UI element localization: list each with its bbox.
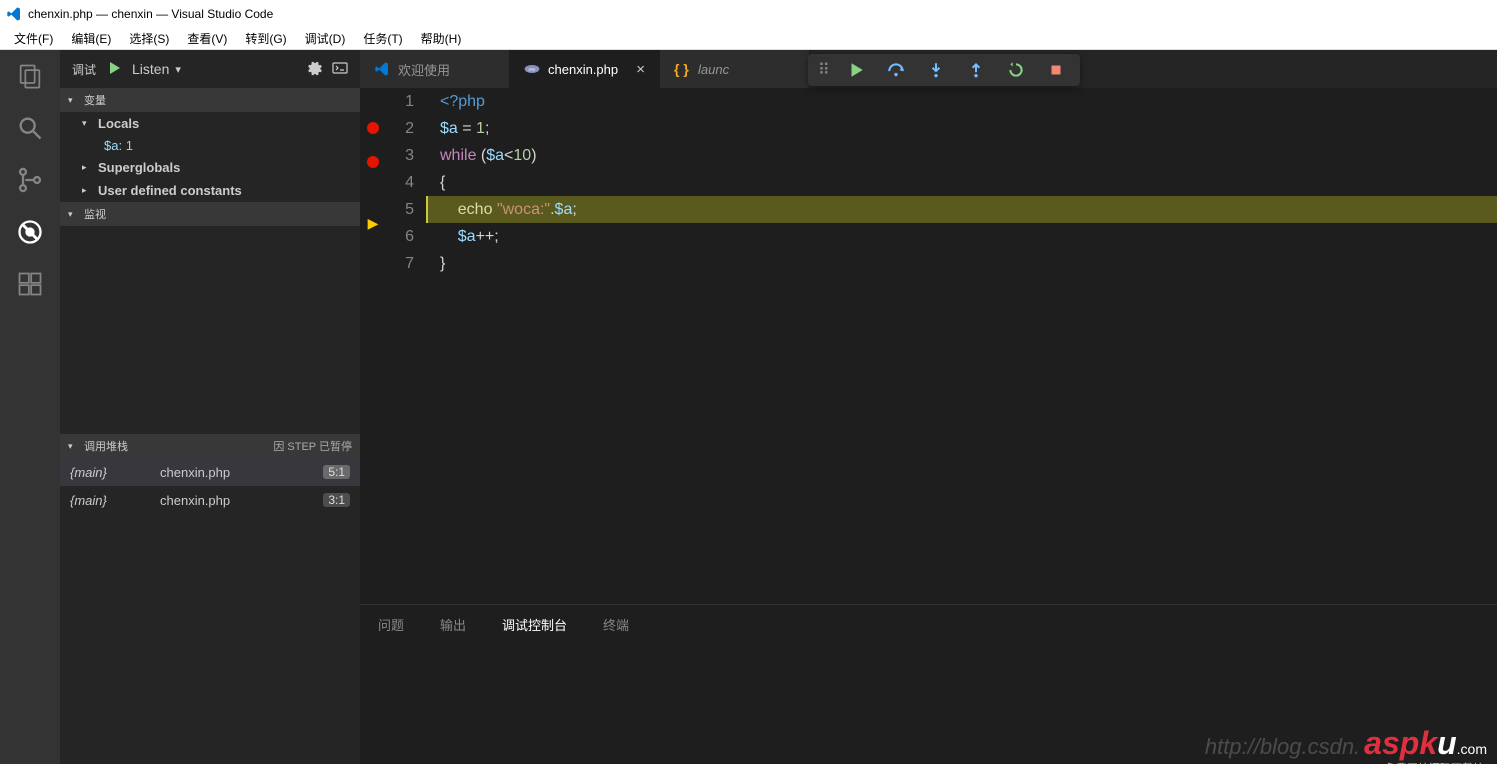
panel-tab[interactable]: 调试控制台 <box>502 615 567 634</box>
editor-tab[interactable]: phpchenxin.php× <box>510 50 660 88</box>
var-group-superglobals[interactable]: ▸Superglobals <box>60 156 360 179</box>
activity-bar <box>0 50 60 764</box>
window-titlebar: chenxin.php — chenxin — Visual Studio Co… <box>0 0 1497 28</box>
var-a[interactable]: $a: 1 <box>60 135 360 156</box>
gear-icon[interactable] <box>306 60 322 79</box>
var-group-userconstants[interactable]: ▸User defined constants <box>60 179 360 202</box>
restart-button[interactable] <box>998 56 1034 84</box>
debug-config-select[interactable]: Listen <box>132 61 169 77</box>
watch-body <box>60 226 360 434</box>
callstack-frame[interactable]: {main}chenxin.php5:1 <box>60 458 360 486</box>
editor-tab[interactable]: 欢迎使用 <box>360 50 510 88</box>
debug-toolbar: ⠿ <box>808 54 1080 86</box>
line-number: 7 <box>386 250 414 277</box>
menu-debug[interactable]: 调试(D) <box>297 28 354 49</box>
breakpoint-icon[interactable] <box>367 122 379 134</box>
breakpoint-icon[interactable] <box>367 156 379 168</box>
chevron-right-icon: ▸ <box>82 185 92 196</box>
svg-text:php: php <box>529 66 536 71</box>
code-content[interactable]: <?php$a = 1;while ($a<10){ echo "woca:".… <box>426 88 1497 604</box>
code-line[interactable]: echo "woca:".$a; <box>426 196 1497 223</box>
pause-reason: 因 STEP 已暂停 <box>273 438 352 454</box>
watch-section-header[interactable]: ▾ 监视 <box>60 202 360 226</box>
line-number: 6 <box>386 223 414 250</box>
menu-tasks[interactable]: 任务(T) <box>355 28 410 49</box>
debug-header: 调试 Listen ▾ <box>60 50 360 88</box>
chevron-down-icon[interactable]: ▾ <box>175 63 181 76</box>
step-out-button[interactable] <box>958 56 994 84</box>
menu-edit[interactable]: 编辑(E) <box>63 28 119 49</box>
panel-tab[interactable]: 输出 <box>440 615 466 634</box>
callstack-title: 调用堆栈 <box>84 438 128 454</box>
source-control-icon[interactable] <box>14 164 46 196</box>
chevron-down-icon: ▾ <box>68 441 78 452</box>
line-number: 1 <box>386 88 414 115</box>
php-icon: php <box>524 61 540 77</box>
code-line[interactable]: while ($a<10) <box>426 142 1497 169</box>
continue-button[interactable] <box>838 56 874 84</box>
panel-tab[interactable]: 终端 <box>603 615 629 634</box>
code-line[interactable]: $a++; <box>426 223 1497 250</box>
code-editor[interactable]: ▶ 1234567 <?php$a = 1;while ($a<10){ ech… <box>360 88 1497 604</box>
close-icon[interactable]: × <box>636 61 645 78</box>
code-line[interactable]: { <box>426 169 1497 196</box>
code-line[interactable]: } <box>426 250 1497 277</box>
chevron-right-icon: ▸ <box>82 162 92 173</box>
chevron-down-icon: ▾ <box>68 95 78 106</box>
watch-title: 监视 <box>84 206 106 222</box>
callstack-body: {main}chenxin.php5:1{main}chenxin.php3:1 <box>60 458 360 514</box>
editor-tab[interactable]: { }launc <box>660 50 810 88</box>
line-number: 4 <box>386 169 414 196</box>
debug-sidebar: 调试 Listen ▾ ▾ 变量 ▾Locals $a: 1 ▸Superglob… <box>60 50 360 764</box>
debug-label: 调试 <box>72 61 96 78</box>
callstack-section-header[interactable]: ▾ 调用堆栈 因 STEP 已暂停 <box>60 434 360 458</box>
debug-icon[interactable] <box>14 216 46 248</box>
callstack-frame[interactable]: {main}chenxin.php3:1 <box>60 486 360 514</box>
menu-view[interactable]: 查看(V) <box>179 28 235 49</box>
extensions-icon[interactable] <box>14 268 46 300</box>
watermark-logo: aspku.com 免费网站源码下载站! <box>1364 725 1487 762</box>
watermark: http://blog.csdn. aspku.com 免费网站源码下载站! <box>1205 725 1487 762</box>
code-line[interactable]: $a = 1; <box>426 115 1497 142</box>
variables-title: 变量 <box>84 92 106 108</box>
panel-tabs: 问题 输出 调试控制台 终端 <box>360 605 1497 643</box>
json-icon: { } <box>674 61 690 77</box>
explorer-icon[interactable] <box>14 60 46 92</box>
line-number: 5 <box>386 196 414 223</box>
panel-tab[interactable]: 问题 <box>378 615 404 634</box>
chevron-down-icon: ▾ <box>68 209 78 220</box>
step-into-button[interactable] <box>918 56 954 84</box>
menu-go[interactable]: 转到(G) <box>237 28 294 49</box>
line-number: 3 <box>386 142 414 169</box>
chevron-down-icon: ▾ <box>82 118 92 129</box>
vscode-logo-icon <box>6 6 22 22</box>
vscode-icon <box>374 61 390 77</box>
variables-body: ▾Locals $a: 1 ▸Superglobals ▸User define… <box>60 112 360 202</box>
line-number: 2 <box>386 115 414 142</box>
start-debug-button[interactable] <box>106 60 122 79</box>
code-line[interactable]: <?php <box>426 88 1497 115</box>
drag-handle-icon[interactable]: ⠿ <box>814 60 834 80</box>
window-title: chenxin.php — chenxin — Visual Studio Co… <box>28 7 273 21</box>
current-line-icon: ▶ <box>360 210 386 237</box>
menu-file[interactable]: 文件(F) <box>6 28 61 49</box>
search-icon[interactable] <box>14 112 46 144</box>
debug-console-icon[interactable] <box>332 60 348 79</box>
editor-area: 欢迎使用phpchenxin.php×{ }launc ⠿ ▶ 1234567 … <box>360 50 1497 764</box>
variables-section-header[interactable]: ▾ 变量 <box>60 88 360 112</box>
step-over-button[interactable] <box>878 56 914 84</box>
menubar: 文件(F) 编辑(E) 选择(S) 查看(V) 转到(G) 调试(D) 任务(T… <box>0 28 1497 50</box>
line-number-gutter: 1234567 <box>386 88 426 604</box>
stop-button[interactable] <box>1038 56 1074 84</box>
breakpoint-gutter[interactable]: ▶ <box>360 88 386 604</box>
menu-selection[interactable]: 选择(S) <box>121 28 177 49</box>
menu-help[interactable]: 帮助(H) <box>413 28 470 49</box>
var-group-locals[interactable]: ▾Locals <box>60 112 360 135</box>
